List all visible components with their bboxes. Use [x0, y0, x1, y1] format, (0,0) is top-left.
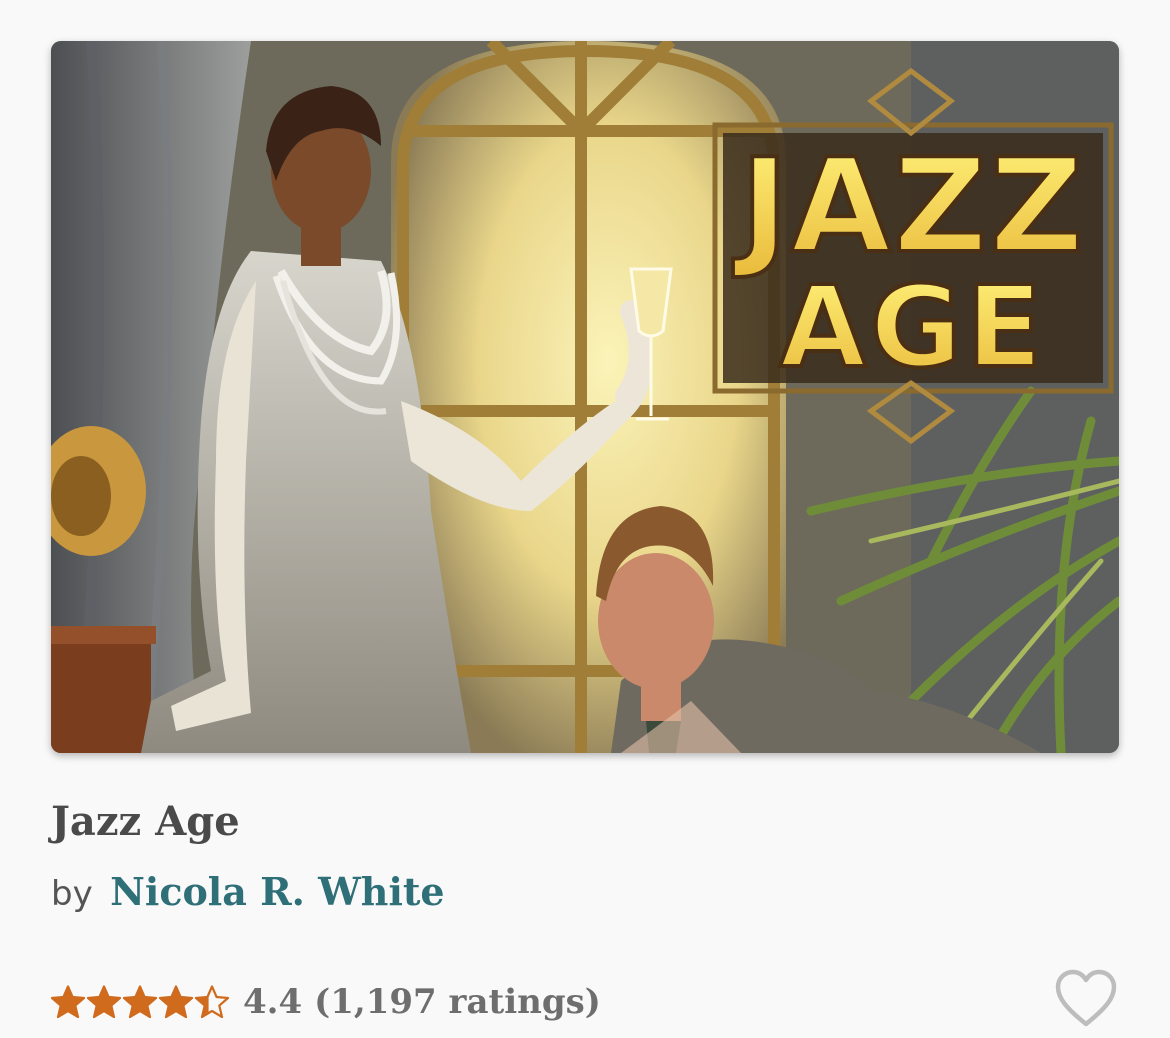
rating-row: 4.4 (1,197 ratings) [51, 972, 601, 1032]
author-link[interactable]: Nicola R. White [110, 869, 444, 914]
cover-illustration: JAZZ AGE [51, 41, 1119, 753]
book-cover-image[interactable]: JAZZ AGE [51, 41, 1119, 753]
by-prefix: by [51, 874, 93, 914]
byline: by Nicola R. White [51, 862, 445, 924]
cover-logo-line2: AGE [779, 263, 1046, 393]
heart-outline-icon [1055, 969, 1117, 1027]
star-rating [51, 985, 229, 1019]
cover-logo-line1: JAZZ [732, 130, 1086, 282]
rating-count: (1,197 ratings) [314, 982, 601, 1022]
favorite-button[interactable] [1054, 968, 1118, 1030]
star-icon [195, 985, 229, 1019]
star-icon [159, 985, 193, 1019]
star-icon [51, 985, 85, 1019]
book-title[interactable]: Jazz Age [51, 792, 240, 852]
star-icon [87, 985, 121, 1019]
rating-value: 4.4 [243, 982, 303, 1022]
star-icon [123, 985, 157, 1019]
book-card: JAZZ AGE Jazz Age by Nicola R. White 4.4… [0, 0, 1170, 1038]
